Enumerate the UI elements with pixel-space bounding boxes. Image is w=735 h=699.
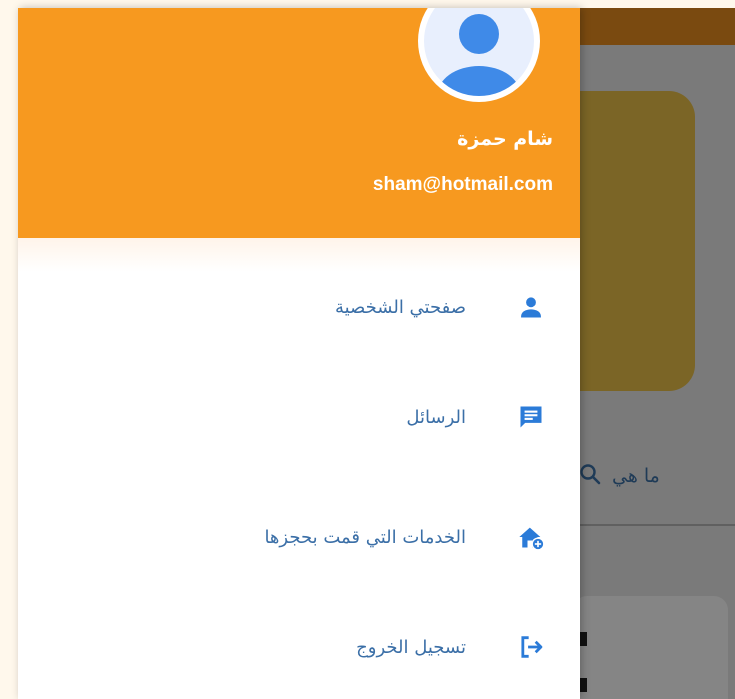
message-icon (516, 402, 546, 432)
search-text: ما هي (612, 465, 660, 487)
avatar[interactable] (418, 8, 540, 102)
menu-item-label: الرسائل (406, 406, 466, 428)
user-name: شام حمزة (457, 128, 553, 150)
card-mark (579, 632, 587, 646)
user-email: sham@hotmail.com (372, 174, 553, 195)
search-bar[interactable]: ما هي (578, 456, 735, 496)
person-icon (516, 292, 546, 322)
menu-item-logout[interactable]: تسجيل الخروج (18, 612, 580, 682)
card-mark (579, 678, 587, 692)
logout-icon (516, 632, 546, 662)
menu-item-messages[interactable]: الرسائل (18, 382, 580, 452)
menu-item-label: الخدمات التي قمت بحجزها (264, 526, 466, 548)
menu-item-profile[interactable]: صفحتي الشخصية (18, 272, 580, 342)
menu-item-label: صفحتي الشخصية (334, 296, 466, 318)
avatar-placeholder-icon (424, 8, 534, 96)
search-icon (578, 462, 602, 491)
menu-item-bookings[interactable]: الخدمات التي قمت بحجزها (18, 502, 580, 572)
drawer-header: شام حمزة sham@hotmail.com (18, 8, 580, 238)
menu-item-label: تسجيل الخروج (356, 636, 466, 658)
divider (578, 524, 735, 526)
service-card (573, 596, 728, 699)
home-add-icon (516, 522, 546, 552)
header-shadow (18, 238, 580, 272)
navigation-drawer: شام حمزة sham@hotmail.com صفحتي الشخصية … (18, 8, 580, 699)
